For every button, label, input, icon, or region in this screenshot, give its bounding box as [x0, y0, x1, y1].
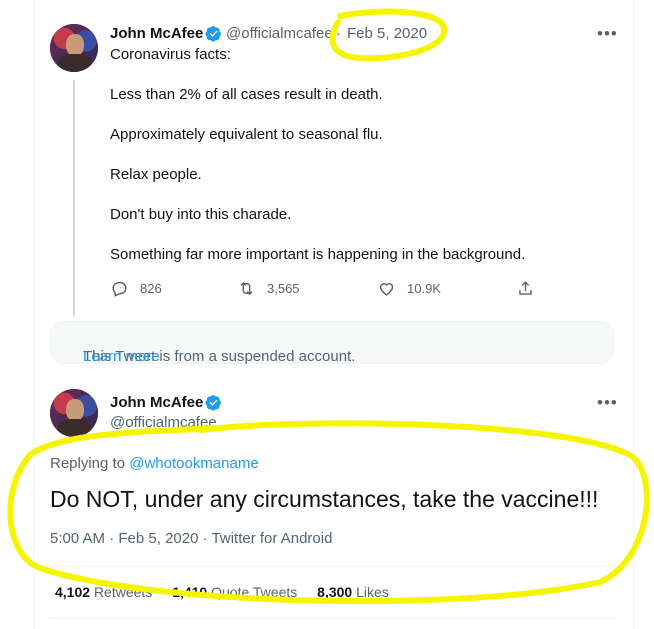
avatar[interactable]: [50, 389, 98, 437]
divider: [50, 566, 616, 567]
retweet-icon: [240, 281, 253, 296]
thread-line: [73, 80, 75, 316]
tweet-text-line: Don't buy into this charade.: [110, 206, 292, 223]
tweet-text-line: Less than 2% of all cases result in deat…: [110, 86, 383, 103]
tweet-text-line: Coronavirus facts:: [110, 46, 231, 63]
tweet-text-line: Approximately equivalent to seasonal flu…: [110, 126, 383, 143]
reply-count: 826: [140, 281, 162, 296]
more-options-icon[interactable]: •••: [597, 393, 618, 413]
quote-tweets-stat[interactable]: 1,410 Quote Tweets: [172, 584, 313, 600]
likes-stat[interactable]: 8,300 Likes: [317, 584, 405, 600]
verified-badge-icon: [205, 395, 221, 411]
author-handle[interactable]: @officialmcafee: [110, 414, 217, 431]
reply-button[interactable]: 826: [110, 279, 162, 298]
separator: ·: [109, 530, 115, 547]
suspended-notice: This Tweet is from a suspended account. …: [50, 321, 614, 365]
avatar[interactable]: [50, 24, 98, 72]
like-count: 10.9K: [407, 281, 441, 296]
like-button[interactable]: 10.9K: [377, 279, 441, 298]
verified-badge-icon: [205, 26, 221, 42]
replying-to: Replying to @whotookmaname: [50, 455, 259, 472]
more-options-icon[interactable]: •••: [597, 24, 618, 44]
tweet-text-line: Relax people.: [110, 166, 202, 183]
retweets-stat[interactable]: 4,102 Retweets: [55, 584, 168, 600]
share-icon: [519, 281, 532, 295]
tweet-text: Do NOT, under any circumstances, take th…: [50, 486, 599, 512]
heart-icon: [379, 283, 394, 296]
tweet-source[interactable]: Twitter for Android: [212, 530, 333, 547]
share-button[interactable]: [516, 279, 535, 298]
retweet-count: 3,565: [267, 281, 300, 296]
reply-icon: [112, 281, 127, 297]
separator: ·: [202, 530, 208, 547]
tweet-meta: 5:00 AM · Feb 5, 2020 · Twitter for Andr…: [50, 530, 332, 547]
separator: ·: [336, 25, 341, 42]
author-name[interactable]: John McAfee: [110, 25, 203, 42]
learn-more-link[interactable]: Learn more: [83, 348, 160, 365]
tweet-stats: 4,102 Retweets 1,410 Quote Tweets 8,300 …: [55, 584, 405, 600]
author-handle[interactable]: @officialmcafee: [226, 25, 333, 42]
divider: [50, 618, 616, 619]
reply-target-link[interactable]: @whotookmaname: [129, 455, 258, 472]
tweet-date[interactable]: Feb 5, 2020: [347, 25, 427, 42]
retweet-button[interactable]: 3,565: [237, 279, 300, 298]
replying-label: Replying to: [50, 455, 126, 472]
tweet-date[interactable]: Feb 5, 2020: [118, 530, 198, 547]
tweet-time[interactable]: 5:00 AM: [50, 530, 105, 547]
author-name[interactable]: John McAfee: [110, 394, 203, 411]
tweet-text-line: Something far more important is happenin…: [110, 246, 526, 263]
